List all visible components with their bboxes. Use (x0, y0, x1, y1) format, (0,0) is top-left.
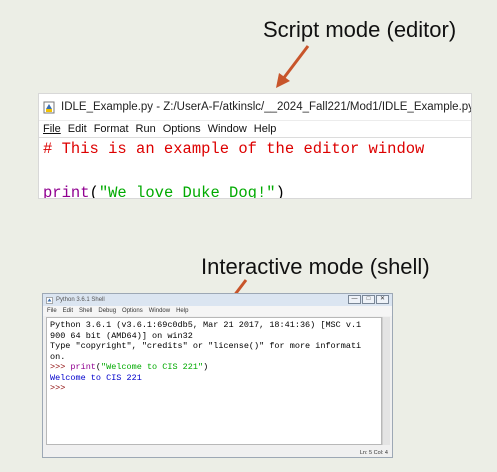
editor-menu-help[interactable]: Help (254, 123, 277, 135)
editor-titlebar: IDLE_Example.py - Z:/UserA-F/atkinslc/__… (39, 94, 471, 121)
code-print-keyword: print (43, 184, 90, 199)
shell-banner-line: Python 3.6.1 (v3.6.1:69c0db5, Mar 21 201… (50, 320, 362, 330)
shell-titlebar: Python 3.6.1 Shell — □ ✕ (43, 294, 392, 306)
shell-scrollbar[interactable] (382, 317, 390, 445)
code-string-literal: "We love Duke Dog!" (98, 184, 276, 199)
editor-text-area[interactable]: # This is an example of the editor windo… (39, 138, 471, 199)
code-open-paren: ( (89, 184, 99, 199)
editor-menu-edit[interactable]: Edit (68, 123, 87, 135)
editor-menu-format[interactable]: Format (94, 123, 129, 135)
shell-menu-debug[interactable]: Debug (98, 308, 116, 314)
shell-banner-line: on. (50, 351, 66, 362)
code-comment-line: # This is an example of the editor windo… (43, 140, 425, 158)
editor-menubar: File Edit Format Run Options Window Help (39, 121, 471, 138)
maximize-button[interactable]: □ (362, 295, 375, 304)
editor-title: IDLE_Example.py - Z:/UserA-F/atkinslc/__… (61, 101, 472, 113)
shell-menu-shell[interactable]: Shell (79, 308, 92, 314)
shell-banner-line: 900 64 bit (AMD64)] on win32 (50, 330, 193, 341)
shell-status-position: Ln: 5 Col: 4 (359, 450, 388, 456)
shell-string-literal: "Welcome to CIS 221" (101, 362, 204, 372)
editor-menu-window[interactable]: Window (208, 123, 247, 135)
idle-app-icon (46, 296, 53, 304)
editor-menu-run[interactable]: Run (136, 123, 156, 135)
shell-prompt: >>> (50, 383, 66, 393)
shell-title: Python 3.6.1 Shell (56, 297, 105, 303)
shell-print-keyword: print (70, 362, 96, 372)
idle-app-icon (43, 101, 56, 114)
interactive-mode-caption: Interactive mode (shell) (201, 254, 430, 279)
shell-output-line: Welcome to CIS 221 (50, 372, 142, 383)
editor-menu-file[interactable]: File (43, 123, 61, 135)
shell-prompt: >>> (50, 362, 71, 372)
editor-menu-options[interactable]: Options (163, 123, 201, 135)
shell-menu-window[interactable]: Window (149, 308, 170, 314)
code-close-paren: ) (275, 184, 285, 199)
shell-text-area[interactable]: Python 3.6.1 (v3.6.1:69c0db5, Mar 21 201… (46, 317, 382, 445)
shell-window: Python 3.6.1 Shell — □ ✕ File Edit Shell… (42, 293, 393, 458)
shell-menu-help[interactable]: Help (176, 308, 188, 314)
shell-banner-line: Type "copyright", "credits" or "license(… (50, 341, 362, 351)
shell-menu-options[interactable]: Options (122, 308, 143, 314)
editor-window: IDLE_Example.py - Z:/UserA-F/atkinslc/__… (38, 93, 472, 199)
shell-menu-edit[interactable]: Edit (63, 308, 73, 314)
shell-menubar: File Edit Shell Debug Options Window Hel… (43, 306, 392, 316)
shell-menu-file[interactable]: File (47, 308, 57, 314)
minimize-button[interactable]: — (348, 295, 361, 304)
close-button[interactable]: ✕ (376, 295, 389, 304)
shell-close-paren: ) (203, 362, 209, 372)
